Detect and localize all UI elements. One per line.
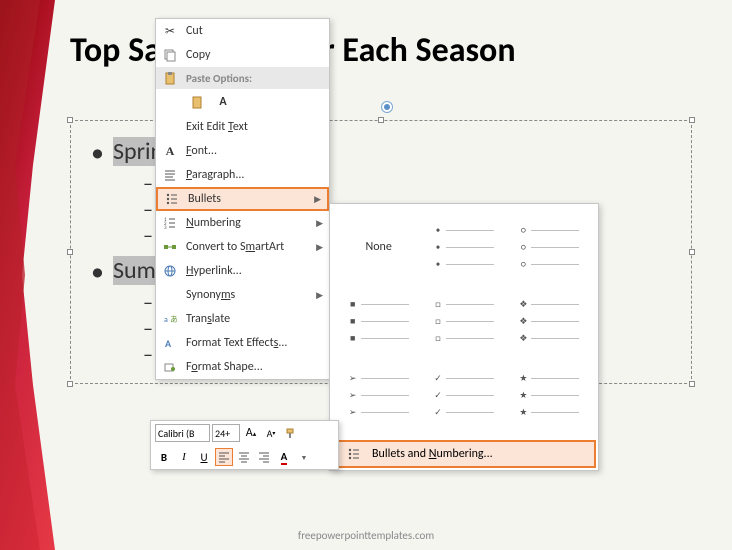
- menu-text-effects[interactable]: A Format Text Effects...: [156, 331, 329, 355]
- footer-watermark: freepowerpointtemplates.com: [0, 529, 732, 542]
- align-right-button[interactable]: [255, 448, 273, 466]
- menu-smartart[interactable]: Convert to SmartArt ▶: [156, 235, 329, 259]
- resize-handle[interactable]: [67, 117, 73, 123]
- underline-button[interactable]: U: [195, 448, 213, 466]
- menu-format-shape[interactable]: Format Shape...: [156, 355, 329, 379]
- menu-copy[interactable]: Copy: [156, 43, 329, 67]
- menu-font[interactable]: A Font...: [156, 139, 329, 163]
- paste-icon: [160, 69, 180, 87]
- shrink-font-button[interactable]: A▾: [262, 424, 280, 442]
- paragraph-icon: [160, 166, 180, 184]
- bullets-submenu: None • • • ○ ○ ○ ■ ■ ■ □ □ □ ❖ ❖ ❖ ➢ ➢: [329, 203, 599, 471]
- font-icon: A: [160, 142, 180, 160]
- menu-translate[interactable]: aあ Translate: [156, 307, 329, 331]
- resize-handle[interactable]: [67, 381, 73, 387]
- bullet-option-square-filled[interactable]: ■ ■ ■: [338, 286, 419, 356]
- menu-synonyms[interactable]: Synonyms ▶: [156, 283, 329, 307]
- bullet-option-arrow[interactable]: ➢ ➢ ➢: [338, 360, 419, 430]
- resize-handle[interactable]: [689, 381, 695, 387]
- align-center-button[interactable]: [235, 448, 253, 466]
- font-color-button[interactable]: A: [275, 448, 293, 466]
- font-name-selector[interactable]: Calibri (B: [155, 424, 210, 442]
- align-left-button[interactable]: [215, 448, 233, 466]
- paste-option-text[interactable]: A: [212, 91, 234, 113]
- smartart-icon: [160, 238, 180, 256]
- menu-numbering[interactable]: 123 Numbering ▶: [156, 211, 329, 235]
- menu-hyperlink[interactable]: Hyperlink...: [156, 259, 329, 283]
- bullets-and-numbering-button[interactable]: Bullets and Numbering...: [332, 440, 596, 468]
- cut-icon: ✂: [160, 22, 180, 40]
- translate-icon: aあ: [160, 310, 180, 328]
- resize-handle[interactable]: [689, 117, 695, 123]
- bullet-option-none[interactable]: None: [338, 212, 419, 282]
- paste-options-row: A: [156, 89, 329, 115]
- bullets-icon: [162, 190, 182, 208]
- bullet-option-disc[interactable]: • • •: [423, 212, 504, 282]
- format-shape-icon: [160, 358, 180, 376]
- font-size-selector[interactable]: 24+: [212, 424, 240, 442]
- bullet-option-diamond[interactable]: ❖ ❖ ❖: [509, 286, 590, 356]
- bullet-option-circle[interactable]: ○ ○ ○: [509, 212, 590, 282]
- chevron-right-icon: ▶: [316, 290, 323, 301]
- menu-exit-edit[interactable]: Exit Edit Text: [156, 115, 329, 139]
- context-menu: ✂ Cut Copy Paste Options: A Exit Edit Te…: [155, 18, 330, 380]
- bullet-option-check[interactable]: ✓ ✓ ✓: [423, 360, 504, 430]
- chevron-right-icon: ▶: [316, 218, 323, 229]
- bullet-option-star[interactable]: ★ ★ ★: [509, 360, 590, 430]
- bold-button[interactable]: B: [155, 448, 173, 466]
- svg-text:a: a: [164, 315, 168, 325]
- copy-icon: [160, 46, 180, 64]
- paste-option-clipboard[interactable]: [186, 91, 208, 113]
- italic-button[interactable]: I: [175, 448, 193, 466]
- rotation-handle-icon[interactable]: [381, 101, 393, 113]
- menu-cut[interactable]: ✂ Cut: [156, 19, 329, 43]
- chevron-right-icon: ▶: [314, 194, 321, 205]
- resize-handle[interactable]: [689, 249, 695, 255]
- svg-text:あ: あ: [170, 315, 177, 325]
- resize-handle[interactable]: [67, 249, 73, 255]
- numbering-icon: 123: [160, 214, 180, 232]
- menu-paragraph[interactable]: Paragraph...: [156, 163, 329, 187]
- format-painter-button[interactable]: [282, 424, 300, 442]
- bullet-option-square-hollow[interactable]: □ □ □: [423, 286, 504, 356]
- bullets-icon: [344, 445, 364, 463]
- mini-toolbar: Calibri (B 24+ A▴ A▾ B I U A ▼: [150, 420, 339, 470]
- grow-font-button[interactable]: A▴: [242, 424, 260, 442]
- chevron-right-icon: ▶: [316, 242, 323, 253]
- resize-handle[interactable]: [378, 117, 384, 123]
- menu-bullets[interactable]: Bullets ▶: [156, 187, 329, 211]
- svg-text:A: A: [165, 337, 172, 350]
- text-effects-icon: A: [160, 334, 180, 352]
- paste-options-header: Paste Options:: [156, 67, 329, 89]
- svg-text:3: 3: [164, 225, 167, 230]
- hyperlink-icon: [160, 262, 180, 280]
- dropdown-icon[interactable]: ▼: [295, 448, 313, 466]
